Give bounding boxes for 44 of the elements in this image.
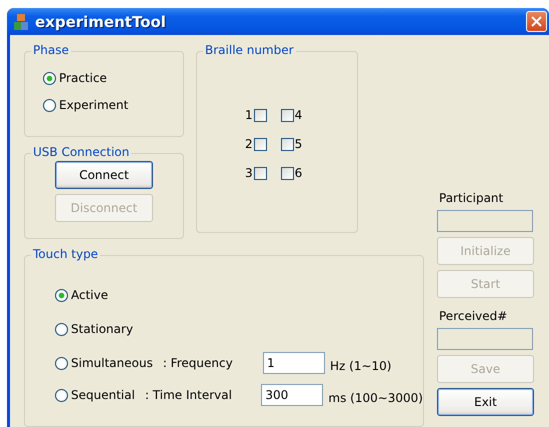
parameter-field[interactable]: 1 xyxy=(263,352,325,374)
dot-checkbox[interactable] xyxy=(254,108,267,122)
unit-label: ms (100~3000) xyxy=(328,391,423,405)
radio-button[interactable] xyxy=(55,388,68,402)
field-label: Perceived# xyxy=(439,309,508,323)
dot-label: 3 xyxy=(245,166,253,180)
dot-checkbox[interactable] xyxy=(280,166,294,180)
field-label: Participant xyxy=(439,191,504,205)
dot-label: 1 xyxy=(245,108,253,122)
group-title: Phase xyxy=(31,43,71,57)
close-icon xyxy=(531,16,542,27)
dot-checkbox[interactable] xyxy=(280,108,294,122)
input-field[interactable] xyxy=(437,328,533,350)
group-title: Braille number xyxy=(203,43,296,57)
parameter-field[interactable]: 300 xyxy=(261,384,324,406)
dot-label: 6 xyxy=(294,166,302,180)
radio-label: Active xyxy=(71,288,108,302)
group-title: USB Connection xyxy=(31,145,132,159)
dot-checkbox[interactable] xyxy=(280,138,294,150)
unit-label: Hz (1~10) xyxy=(330,359,392,373)
app-icon xyxy=(13,12,29,30)
radio-button[interactable] xyxy=(43,72,56,84)
radio-button[interactable] xyxy=(55,322,68,336)
action-button[interactable]: Exit xyxy=(437,388,534,416)
input-field[interactable] xyxy=(437,210,533,232)
radio-label: Practice xyxy=(59,71,107,85)
parameter-label: : Time Interval xyxy=(144,388,232,402)
radio-button[interactable] xyxy=(55,356,68,370)
dot-checkbox[interactable] xyxy=(254,138,267,150)
radio-button[interactable] xyxy=(55,288,68,302)
window-title: experimentTool xyxy=(35,12,167,30)
dot-checkbox[interactable] xyxy=(254,166,267,180)
radio-label: Sequential xyxy=(71,388,135,402)
group-title: Touch type xyxy=(31,247,100,261)
radio-label: Stationary xyxy=(71,322,134,336)
radio-label: Simultaneous xyxy=(71,356,153,370)
dot-label: 5 xyxy=(294,137,302,151)
usb-button[interactable]: Connect xyxy=(55,161,153,189)
dot-label: 2 xyxy=(245,137,253,151)
dot-label: 4 xyxy=(294,108,302,122)
close-button[interactable] xyxy=(526,11,547,32)
radio-button[interactable] xyxy=(43,98,56,112)
radio-label: Experiment xyxy=(59,98,128,112)
parameter-label: : Frequency xyxy=(162,356,233,370)
